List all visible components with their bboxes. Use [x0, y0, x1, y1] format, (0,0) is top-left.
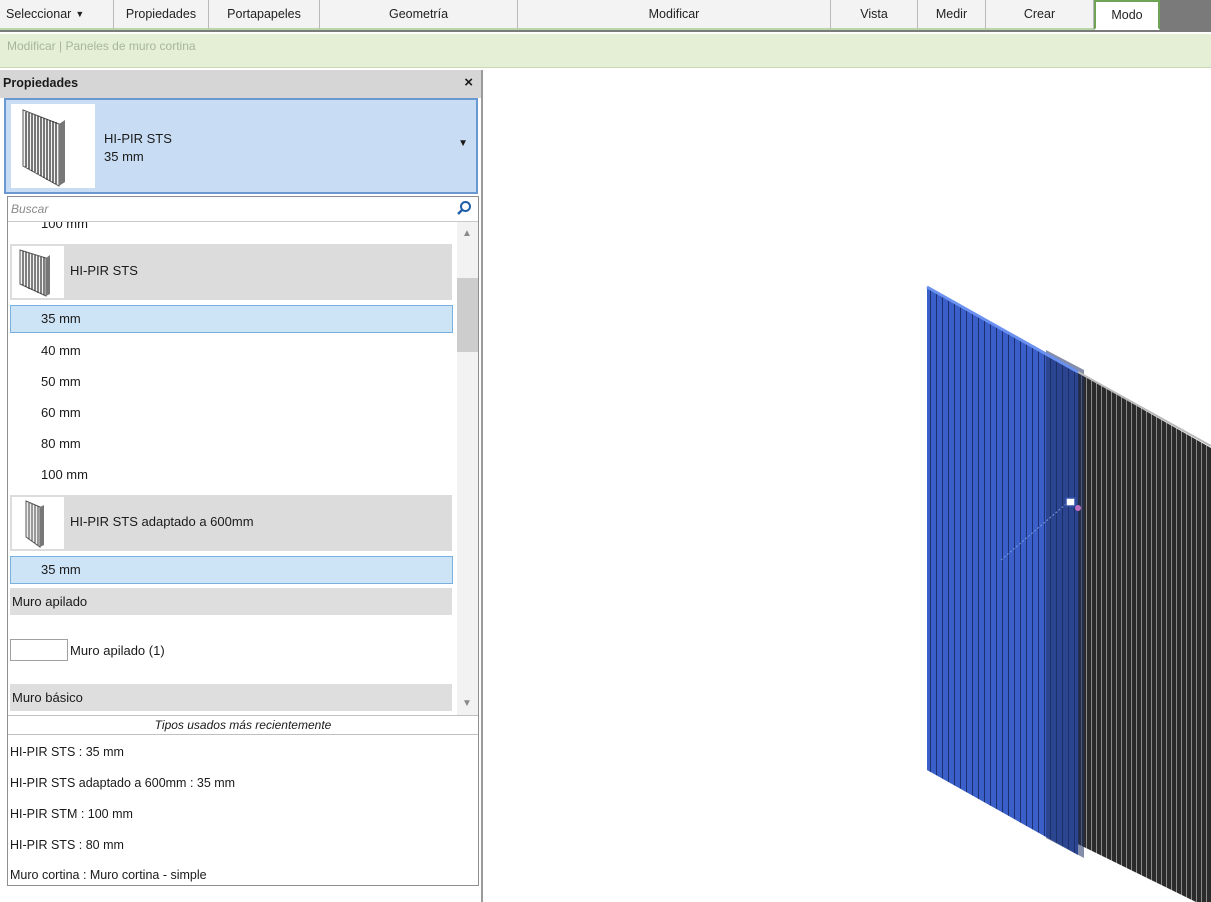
selected-family: HI-PIR STS	[104, 131, 172, 146]
ribbon-properties-panel[interactable]: Propiedades	[114, 0, 209, 30]
chevron-down-icon: ▼	[75, 9, 85, 19]
type-dropdown: Buscar 100 mm HI-PIR STS 35 mm 40 mm 50 …	[7, 196, 479, 886]
ribbon-mode-panel[interactable]: Modo	[1094, 0, 1160, 30]
model-viewport[interactable]	[486, 70, 1211, 902]
ribbon-create-panel[interactable]: Crear	[986, 0, 1094, 30]
modify-panel-label: Modificar	[648, 7, 700, 21]
search-icon[interactable]	[456, 200, 472, 216]
list-item[interactable]: 100 mm	[41, 222, 88, 231]
create-panel-label: Crear	[1023, 7, 1056, 21]
properties-palette: Propiedades × HI-PIR STS 35 mm ▼ Buscar	[0, 70, 483, 902]
chevron-down-icon[interactable]: ▼	[458, 138, 468, 149]
view-panel-label: Vista	[860, 7, 888, 21]
selected-size: 35 mm	[104, 149, 144, 164]
group-header-stacked: Muro apilado	[10, 588, 452, 615]
measure-panel-label: Medir	[935, 7, 968, 21]
properties-header: Propiedades ×	[0, 70, 481, 98]
ribbon-clipboard-panel[interactable]: Portapapeles	[209, 0, 320, 30]
family-row-hipir-sts: HI-PIR STS	[10, 244, 452, 300]
group-header-basic: Muro básico	[10, 684, 452, 711]
ribbon-panel-bar: Seleccionar ▼ Propiedades Portapapeles G…	[0, 0, 1211, 32]
list-item[interactable]: 50 mm	[41, 374, 81, 389]
scroll-down-icon[interactable]: ▼	[462, 698, 472, 709]
list-item[interactable]: 80 mm	[41, 436, 81, 451]
context-tab-label: Modificar | Paneles de muro cortina	[7, 39, 196, 53]
mode-panel-label: Modo	[1111, 8, 1143, 22]
ribbon-modify-panel[interactable]: Modificar	[518, 0, 831, 30]
ribbon-select-panel[interactable]: Seleccionar ▼	[0, 0, 114, 30]
type-list[interactable]: 100 mm HI-PIR STS 35 mm 40 mm 50 mm 60 m…	[8, 222, 456, 722]
family-label: HI-PIR STS	[70, 263, 138, 278]
panel-thumbnail-icon	[12, 497, 64, 549]
list-item[interactable]: 35 mm	[41, 562, 81, 577]
stacked-wall-thumbnail	[10, 639, 68, 661]
list-item[interactable]: 60 mm	[41, 405, 81, 420]
scroll-up-icon[interactable]: ▲	[462, 228, 472, 239]
select-label: Seleccionar	[6, 7, 72, 21]
ribbon-view-panel[interactable]: Vista	[831, 0, 918, 30]
panel-thumbnail-icon	[12, 246, 64, 298]
geometry-panel-label: Geometría	[388, 7, 449, 21]
context-tab-bar: Modificar | Paneles de muro cortina	[0, 34, 1211, 68]
recent-item[interactable]: HI-PIR STS : 80 mm	[10, 838, 124, 852]
family-row-hipir-sts-adaptado: HI-PIR STS adaptado a 600mm	[10, 495, 452, 551]
list-scrollbar[interactable]: ▲ ▼	[457, 222, 478, 722]
scroll-thumb[interactable]	[457, 278, 478, 352]
ribbon-measure-panel[interactable]: Medir	[918, 0, 986, 30]
properties-panel-label: Propiedades	[125, 7, 197, 21]
list-item[interactable]: 100 mm	[41, 467, 88, 482]
recent-item[interactable]: HI-PIR STS : 35 mm	[10, 745, 124, 759]
list-item[interactable]: 35 mm	[41, 311, 81, 326]
panel-thumbnail-icon	[11, 104, 95, 188]
list-item[interactable]: 40 mm	[41, 343, 81, 358]
ribbon-geometry-panel[interactable]: Geometría	[320, 0, 518, 30]
properties-title: Propiedades	[3, 76, 79, 90]
recent-item[interactable]: HI-PIR STM : 100 mm	[10, 807, 133, 821]
search-field[interactable]: Buscar	[8, 197, 478, 222]
recent-item[interactable]: HI-PIR STS adaptado a 600mm : 35 mm	[10, 776, 235, 790]
search-placeholder: Buscar	[11, 202, 49, 216]
recent-types-header: Tipos usados más recientemente	[8, 715, 478, 735]
selected-type-text: HI-PIR STS 35 mm	[104, 130, 172, 166]
family-label: HI-PIR STS adaptado a 600mm	[70, 514, 254, 529]
close-icon[interactable]: ×	[464, 74, 473, 91]
list-item[interactable]: Muro apilado (1)	[70, 643, 165, 658]
clipboard-panel-label: Portapapeles	[227, 7, 301, 21]
type-selector[interactable]: HI-PIR STS 35 mm ▼	[4, 98, 478, 194]
curtain-wall-panels-graphic	[926, 285, 1211, 902]
recent-item[interactable]: Muro cortina : Muro cortina - simple	[10, 868, 207, 882]
